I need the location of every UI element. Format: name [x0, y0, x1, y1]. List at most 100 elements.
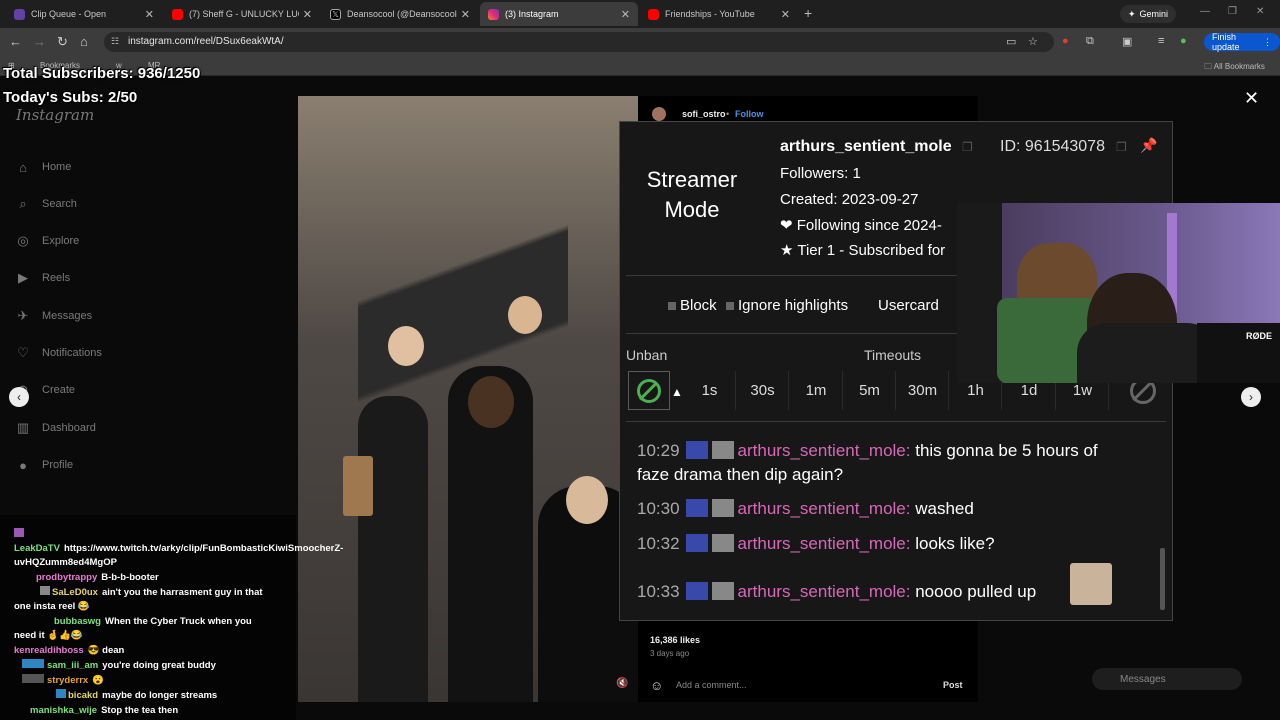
close-tab-icon[interactable]: ✕ — [303, 8, 312, 21]
timeout-5m-button[interactable]: 5m — [844, 371, 896, 410]
chat-badge-icon — [22, 659, 44, 668]
home-browser-icon[interactable]: ⌂ — [80, 34, 88, 49]
profile-avatar-icon[interactable]: ● — [1180, 35, 1187, 47]
usercard-message: 10:30 arthurs_sentient_mole: washed — [637, 499, 974, 518]
close-tab-icon[interactable]: ✕ — [621, 8, 630, 21]
browser-tab[interactable]: Friendships - YouTube ✕ — [640, 2, 798, 26]
follow-button[interactable]: Follow — [735, 109, 764, 119]
close-tab-icon[interactable]: ✕ — [781, 8, 790, 21]
browser-tab[interactable]: 𝕏 Deansocool (@Deansocool) / X ✕ — [322, 2, 478, 26]
nav-notifications[interactable]: ♡ Notifications — [16, 343, 102, 363]
chat-badge-icon — [14, 528, 24, 537]
nav-messages[interactable]: ✈ Messages — [16, 306, 93, 326]
timeout-1s-button[interactable]: 1s — [684, 371, 736, 410]
nav-home[interactable]: ⌂ Home — [16, 157, 71, 177]
comment-input[interactable]: Add a comment... — [676, 680, 747, 690]
messages-icon: ✈ — [17, 308, 29, 323]
prime-badge-icon — [685, 582, 708, 600]
explore-icon: ◎ — [17, 233, 29, 248]
browser-tab[interactable]: (7) Sheff G - UNLUCKY LUCKY ( ✕ — [164, 2, 320, 26]
extensions-icon[interactable]: ⧉ — [1086, 35, 1094, 48]
usercard-message: 10:29 arthurs_sentient_mole: this gonna b… — [637, 441, 1098, 460]
window-close-icon[interactable]: ✕ — [1256, 6, 1264, 17]
reels-icon: ▶ — [18, 270, 28, 285]
browser-tab[interactable]: Clip Queue - Open ✕ — [6, 2, 162, 26]
block-checkbox[interactable]: Block — [668, 297, 717, 314]
author-username[interactable]: sofi_ostro — [682, 109, 726, 119]
unban-circle-icon — [637, 378, 661, 403]
reload-icon[interactable]: ↻ — [57, 34, 68, 50]
instagram-logo[interactable]: Instagram — [16, 106, 94, 124]
author-avatar[interactable] — [652, 107, 666, 121]
likes-count[interactable]: 16,386 likes — [650, 635, 700, 645]
close-tab-icon[interactable]: ✕ — [145, 8, 154, 21]
search-icon: ⌕ — [19, 196, 27, 211]
nav-dashboard[interactable]: ▥ Dashboard — [16, 418, 96, 438]
sub-badge-icon — [711, 499, 734, 517]
tab-favicon-icon — [648, 8, 659, 20]
checkbox-icon — [726, 301, 734, 310]
subscription-tier: ★ Tier 1 - Subscribed for — [780, 242, 946, 259]
finish-update-button[interactable]: Finish update ⋮ — [1204, 32, 1280, 52]
chat-badge-icon — [56, 689, 66, 698]
site-info-icon[interactable]: ☷ — [111, 36, 119, 47]
nav-profile[interactable]: ● Profile — [16, 455, 73, 475]
close-reel-icon[interactable]: ✕ — [1244, 88, 1259, 109]
tab-title: (7) Sheff G - UNLUCKY LUCKY ( — [189, 9, 299, 19]
maximize-icon[interactable]: ❐ — [1228, 6, 1237, 17]
sidepanel-icon[interactable]: ▣ — [1122, 35, 1132, 48]
reading-list-icon[interactable]: ≡ — [1158, 35, 1164, 47]
cast-icon[interactable]: ▭ — [1006, 35, 1016, 48]
separator-dot: • — [726, 109, 730, 119]
bookmark-star-icon[interactable]: ☆ — [1028, 35, 1038, 48]
usercard-scrollbar[interactable] — [1160, 548, 1165, 610]
url-text[interactable]: instagram.com/reel/DSux6eakWtA/ — [128, 36, 284, 47]
mic-brand-label: RØDE — [1246, 331, 1273, 341]
timeout-30m-button[interactable]: 30m — [897, 371, 949, 410]
profile-icon: ● — [19, 457, 27, 473]
sub-badge-icon — [711, 441, 734, 459]
today-subs-overlay: Today's Subs: 2/50 — [3, 89, 138, 106]
pin-icon[interactable]: 📌 — [1140, 137, 1157, 154]
user-id: ID: 961543078 — [1000, 138, 1105, 155]
post-date: 3 days ago — [650, 649, 690, 658]
tab-favicon-icon — [14, 8, 25, 20]
mute-icon[interactable]: 🔇 — [616, 678, 628, 689]
messages-pill[interactable]: Messages — [1092, 668, 1242, 690]
minimize-icon[interactable]: — — [1200, 6, 1210, 17]
forward-icon[interactable]: → — [33, 34, 46, 49]
prev-arrow-icon[interactable]: ‹ — [9, 387, 29, 407]
nav-reels[interactable]: ▶ Reels — [16, 268, 70, 288]
usercard-message: 10:32 arthurs_sentient_mole: looks like? — [637, 534, 995, 553]
back-icon[interactable]: ← — [9, 34, 22, 49]
webcam-overlay: RØDE — [957, 203, 1280, 383]
timeout-1m-button[interactable]: 1m — [790, 371, 843, 410]
new-tab-icon[interactable]: + — [804, 5, 812, 21]
emoji-icon[interactable]: ☺ — [650, 678, 663, 693]
chat-message: bubbaswg When the Cyber Truck when you ne… — [14, 616, 252, 641]
ignore-highlights-checkbox[interactable]: Ignore highlights — [726, 297, 848, 314]
nav-explore[interactable]: ◎ Explore — [16, 231, 79, 251]
copy-username-icon[interactable]: ❐ — [962, 140, 973, 154]
usercard-message-continued: faze drama then dip again? — [637, 465, 844, 484]
post-comment-button[interactable]: Post — [943, 680, 963, 690]
copy-id-icon[interactable]: ❐ — [1116, 140, 1127, 154]
reel-video[interactable]: 🔇 — [298, 96, 638, 702]
usercard-link[interactable]: Usercard — [878, 297, 939, 314]
checkbox-icon — [668, 301, 676, 310]
tab-title: Friendships - YouTube — [665, 9, 755, 19]
close-tab-icon[interactable]: ✕ — [461, 8, 470, 21]
prime-badge-icon — [685, 534, 708, 552]
prime-badge-icon — [685, 441, 708, 459]
gemini-button[interactable]: ✦ Gemini — [1120, 5, 1177, 23]
timeout-30s-button[interactable]: 30s — [737, 371, 789, 410]
usercard-username[interactable]: arthurs_sentient_mole — [780, 138, 952, 156]
extension-red-icon[interactable]: ● — [1062, 35, 1069, 47]
browser-tab-active[interactable]: (3) Instagram ✕ — [480, 2, 638, 26]
nav-search[interactable]: ⌕ Search — [16, 194, 77, 214]
chat-message: prodbytrappy B-b-b-booter — [36, 572, 159, 583]
unban-button[interactable] — [628, 371, 670, 410]
tab-favicon-icon — [172, 8, 183, 20]
next-arrow-icon[interactable]: › — [1241, 387, 1261, 407]
all-bookmarks[interactable]: 🗀 All Bookmarks — [1204, 61, 1265, 75]
